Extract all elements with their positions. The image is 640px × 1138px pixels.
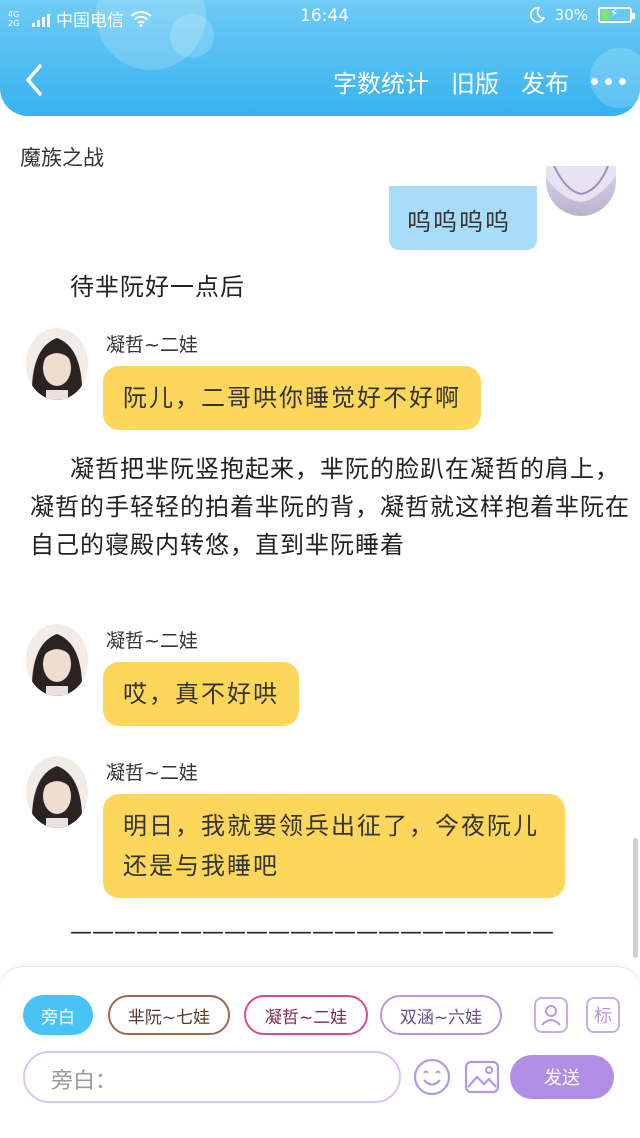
avatar[interactable] (26, 328, 88, 400)
more-button[interactable] (591, 67, 626, 97)
message-bubble[interactable]: 哎，真不好哄 (103, 662, 299, 726)
wifi-icon (130, 10, 152, 27)
header-bar: 4G 2G 中国电信 16:44 30% ⚡ 字数统计 旧版 发布 (0, 0, 640, 116)
input-placeholder: 旁白： (51, 1069, 118, 1094)
publish-button[interactable]: 发布 (521, 64, 569, 99)
status-left: 4G 2G 中国电信 (8, 6, 152, 31)
speaker-name: 凝哲~二娃 (106, 762, 198, 784)
image-button[interactable] (462, 1057, 502, 1097)
more-dots-icon (605, 78, 612, 85)
signal-icon (32, 11, 50, 27)
send-button[interactable]: 发送 (510, 1055, 614, 1099)
role-chip-mirou[interactable]: 芈阮~七娃 (108, 995, 230, 1035)
person-icon (541, 1005, 561, 1026)
role-chip-narration[interactable]: 旁白 (23, 995, 93, 1035)
header-actions: 字数统计 旧版 发布 (333, 64, 626, 99)
more-dots-icon (619, 78, 626, 85)
smiley-icon (413, 1058, 451, 1096)
speaker-name: 凝哲~二娃 (106, 334, 198, 356)
narration-text[interactable]: 凝哲把芈阮竖抱起来，芈阮的脸趴在凝哲的肩上，凝哲的手轻轻的拍着芈阮的背，凝哲就这… (30, 450, 630, 564)
role-chip-ningzhe[interactable]: 凝哲~二娃 (244, 995, 368, 1035)
avatar[interactable] (26, 756, 88, 828)
moon-icon (529, 7, 545, 23)
battery-percent: 30% (554, 6, 588, 24)
message-input[interactable]: 旁白： (23, 1051, 401, 1103)
document-title: 魔族之战 (20, 146, 104, 170)
chevron-left-icon (26, 64, 42, 96)
tag-button[interactable]: 标 (586, 997, 620, 1033)
my-avatar[interactable] (546, 166, 616, 216)
character-avatar-icon (26, 756, 88, 828)
tag-label: 标 (594, 1006, 612, 1027)
character-avatar-icon (26, 328, 88, 400)
battery-icon: ⚡ (598, 6, 635, 23)
avatar[interactable] (26, 624, 88, 696)
divider-line: —————————————————————— (70, 920, 554, 945)
charging-icon: ⚡ (610, 6, 619, 20)
old-version-button[interactable]: 旧版 (451, 64, 499, 99)
status-bar: 4G 2G 中国电信 16:44 30% ⚡ (0, 0, 640, 34)
image-icon (464, 1060, 500, 1094)
narration-text[interactable]: 待芈阮好一点后 (70, 268, 245, 306)
app-root: 4G 2G 中国电信 16:44 30% ⚡ 字数统计 旧版 发布 魔族之战 呜… (0, 0, 640, 1138)
my-message-bubble[interactable]: 呜呜呜呜 (389, 186, 537, 250)
add-character-button[interactable] (534, 997, 568, 1033)
avatar-illustration (546, 166, 616, 202)
character-avatar-icon (26, 624, 88, 696)
message-bubble[interactable]: 明日，我就要领兵出征了，今夜阮儿还是与我睡吧 (103, 794, 565, 898)
carrier-name: 中国电信 (56, 11, 124, 31)
role-chip-shuanghan[interactable]: 双涵~六娃 (380, 995, 502, 1035)
status-time: 16:44 (300, 6, 349, 26)
more-dots-icon (591, 78, 598, 85)
composer-panel: 旁白 芈阮~七娃 凝哲~二娃 双涵~六娃 标 旁白： 发送 (0, 966, 640, 1138)
word-count-button[interactable]: 字数统计 (333, 64, 429, 99)
scrollbar[interactable] (633, 838, 638, 958)
status-right: 30% ⚡ (529, 6, 635, 24)
back-button[interactable] (20, 62, 50, 98)
battery-fill (601, 10, 610, 20)
emoji-button[interactable] (412, 1057, 452, 1097)
speaker-name: 凝哲~二娃 (106, 630, 198, 652)
message-bubble[interactable]: 阮儿，二哥哄你睡觉好不好啊 (103, 366, 481, 430)
network-type: 4G 2G (8, 9, 20, 28)
